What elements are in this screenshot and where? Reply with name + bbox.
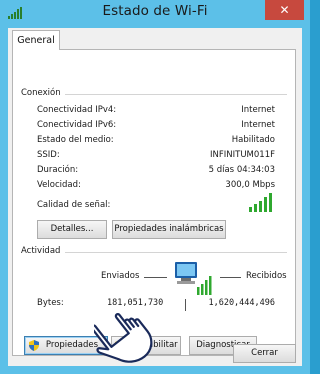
received-label: Recibidos bbox=[246, 271, 287, 281]
bytes-separator bbox=[185, 299, 186, 311]
sent-label: Enviados bbox=[101, 271, 140, 281]
duration-value: 5 días 04:34:03 bbox=[208, 165, 275, 175]
received-line bbox=[220, 277, 241, 278]
close-dialog-button[interactable]: Cerrar bbox=[233, 344, 296, 363]
ipv6-value: Internet bbox=[241, 120, 275, 130]
signal-quality-label: Calidad de señal: bbox=[37, 200, 111, 210]
bytes-received-value: 1,620,444,496 bbox=[208, 298, 275, 308]
dialog-body: General Conexión Conectividad IPv4: Inte… bbox=[8, 28, 302, 366]
connection-group-title: Conexión bbox=[21, 88, 65, 98]
activity-group-title: Actividad bbox=[21, 246, 65, 256]
ipv4-value: Internet bbox=[241, 105, 275, 115]
media-state-label: Estado del medio: bbox=[37, 135, 114, 145]
network-computer-icon bbox=[175, 262, 212, 295]
ssid-label: SSID: bbox=[37, 150, 60, 160]
tab-general[interactable]: General bbox=[12, 30, 60, 50]
speed-value: 300,0 Mbps bbox=[225, 180, 275, 190]
details-button[interactable]: Detalles... bbox=[37, 220, 107, 239]
media-state-value: Habilitado bbox=[231, 135, 275, 145]
window-title: Estado de Wi-Fi bbox=[102, 3, 208, 19]
uac-shield-icon bbox=[29, 340, 39, 351]
connection-group-divider bbox=[61, 94, 287, 95]
ipv6-label: Conectividad IPv6: bbox=[37, 120, 117, 130]
ssid-value: INFINITUM011F bbox=[210, 150, 275, 160]
wireless-properties-button[interactable]: Propiedades inalámbricas bbox=[112, 220, 226, 239]
wifi-status-window: Estado de Wi-Fi ✕ General Conexión Conec… bbox=[0, 0, 310, 374]
duration-label: Duración: bbox=[37, 165, 79, 175]
title-bar[interactable]: Estado de Wi-Fi ✕ bbox=[0, 0, 310, 27]
speed-label: Velocidad: bbox=[37, 180, 81, 190]
hand-cursor-icon bbox=[94, 313, 153, 363]
activity-group-divider bbox=[65, 252, 287, 253]
ipv4-label: Conectividad IPv4: bbox=[37, 105, 117, 115]
bytes-label: Bytes: bbox=[37, 298, 64, 308]
signal-bars-icon bbox=[249, 193, 272, 212]
close-window-button[interactable]: ✕ bbox=[265, 0, 304, 20]
sent-line bbox=[144, 277, 167, 278]
